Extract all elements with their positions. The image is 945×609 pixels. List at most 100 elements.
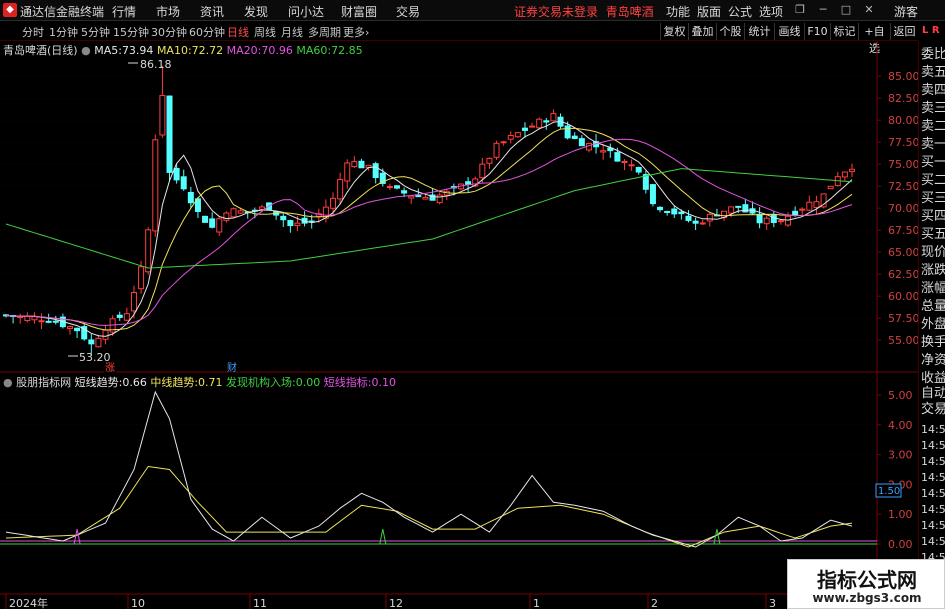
candle-body (237, 210, 244, 214)
candle-body (763, 217, 770, 225)
quote-label: 买五 (921, 227, 945, 242)
candle-body (699, 222, 706, 225)
candle-body (770, 214, 777, 224)
candle-body (202, 215, 209, 223)
menu-options[interactable]: 选项 (759, 3, 783, 20)
window-minimize-icon[interactable]: ─ (815, 2, 831, 18)
candle-body (24, 315, 31, 322)
indicator-grid (0, 394, 877, 545)
menu-market[interactable]: 市场 (156, 3, 180, 20)
candle-body (173, 167, 180, 181)
tool-f10[interactable]: F10 (804, 23, 830, 40)
indicator-tick-label: 4.00 (888, 419, 913, 432)
tab-60min[interactable]: 60分钟 (189, 24, 225, 40)
menu-layout[interactable]: 版面 (697, 3, 721, 20)
date-axis: 2024年 10 11 12 1 2 3 (5, 594, 776, 609)
quote-label: 收益 (921, 371, 945, 386)
quote-label: 换手 (921, 335, 945, 350)
price-tick-label: 60.00 (888, 290, 918, 303)
price-tick-label: 85.00 (888, 70, 918, 83)
ma60-value: 72.85 (331, 44, 363, 57)
finance-marker: 财 (227, 361, 237, 374)
ma5-label: MA5: (94, 44, 122, 57)
candle-body (180, 176, 187, 190)
tab-15min[interactable]: 15分钟 (113, 24, 149, 40)
menu-trade[interactable]: 交易 (396, 3, 420, 20)
quote-label: 买一 (921, 155, 945, 170)
candle-body (536, 118, 543, 129)
window-restore-icon[interactable]: ❐ (792, 2, 808, 18)
menu-ask[interactable]: 问小达 (288, 3, 324, 20)
candle-body (642, 174, 649, 190)
lr-badge[interactable]: L R (918, 22, 945, 41)
login-notice[interactable]: 证券交易未登录 青岛啤酒 (514, 3, 654, 20)
tool-add-watchlist[interactable]: +自选 (858, 23, 890, 55)
period-tab-bar: 分时 1分钟 5分钟 15分钟 30分钟 60分钟 日线 周线 月线 多周期 更… (0, 22, 945, 55)
tab-weekly[interactable]: 周线 (254, 24, 276, 40)
indicator-settings-icon[interactable]: ● (3, 376, 13, 389)
tool-mark[interactable]: 标记 (830, 23, 858, 40)
menu-news[interactable]: 资讯 (200, 3, 224, 20)
tab-monthly[interactable]: 月线 (281, 24, 303, 40)
tool-overlay[interactable]: 叠加 (688, 23, 716, 40)
candle-body (223, 212, 230, 221)
chart-canvas[interactable]: 85.00 82.50 80.00 77.50 75.00 72.50 70.00 67.50… (0, 41, 918, 609)
indicator-tick-label: 5.00 (888, 389, 913, 402)
quote-label: 卖四 (921, 83, 945, 98)
candle-body (66, 326, 73, 329)
trade-time: 14:56 (921, 519, 945, 532)
watermark-title: 指标公式网 (817, 568, 917, 592)
tool-back[interactable]: 返回 (890, 23, 918, 40)
short-indicator-value: 0.10 (371, 376, 396, 389)
candle-body (756, 213, 763, 224)
menu-quotes[interactable]: 行情 (112, 3, 136, 20)
quote-label: 涨幅 (921, 281, 945, 296)
menu-wealth[interactable]: 财富圈 (341, 3, 377, 20)
mid-trend-value: 0.71 (198, 376, 223, 389)
candle-body (216, 218, 223, 233)
tab-daily[interactable]: 日线 (227, 24, 249, 40)
tool-stats[interactable]: 统计 (744, 23, 774, 40)
tab-timeshare[interactable]: 分时 (22, 24, 44, 40)
short-trend-label: 短线趋势: (74, 376, 123, 389)
settings-icon[interactable]: ● (81, 44, 91, 57)
candle-body (614, 152, 621, 162)
tab-more[interactable]: 更多› (343, 24, 369, 40)
menu-formula[interactable]: 公式 (728, 3, 752, 20)
candle-body (678, 211, 685, 215)
tab-30min[interactable]: 30分钟 (151, 24, 187, 40)
tool-draw[interactable]: 画线 (774, 23, 804, 40)
window-maximize-icon[interactable]: □ (838, 2, 854, 18)
menu-function[interactable]: 功能 (666, 3, 690, 20)
candle-body (649, 184, 656, 205)
trade-time: 14:56 (921, 455, 945, 468)
candle-body (294, 222, 301, 227)
tab-5min[interactable]: 5分钟 (81, 24, 110, 40)
tab-1min[interactable]: 1分钟 (49, 24, 78, 40)
candle-body (95, 337, 102, 348)
price-tick-label: 55.00 (888, 334, 918, 347)
candle-body (685, 215, 692, 221)
user-guest[interactable]: 游客 (894, 3, 918, 20)
candle-body (664, 210, 671, 213)
x-tick-label: 3 (769, 597, 776, 609)
candle-body (372, 163, 379, 179)
tool-stock[interactable]: 个股 (716, 23, 744, 40)
quote-label: 买二 (921, 173, 945, 188)
tool-adjust[interactable]: 复权 (660, 23, 688, 40)
x-tick-label: 12 (389, 597, 403, 609)
x-tick-label: 11 (253, 597, 267, 609)
candle-body (635, 167, 642, 173)
candle-body (351, 161, 358, 168)
tab-multi-period[interactable]: 多周期 (308, 24, 341, 40)
candle-body (507, 134, 514, 140)
auto-trade-label[interactable]: 交易 (921, 402, 945, 417)
menu-discover[interactable]: 发现 (244, 3, 268, 20)
candle-body (500, 141, 507, 144)
candle-body (287, 220, 294, 227)
indicator-lines (0, 390, 877, 548)
window-close-icon[interactable]: ✕ (861, 2, 877, 18)
chevron-right-icon: › (365, 26, 370, 39)
auto-trade-label[interactable]: 自动 (921, 386, 945, 401)
candle-body (187, 191, 194, 204)
